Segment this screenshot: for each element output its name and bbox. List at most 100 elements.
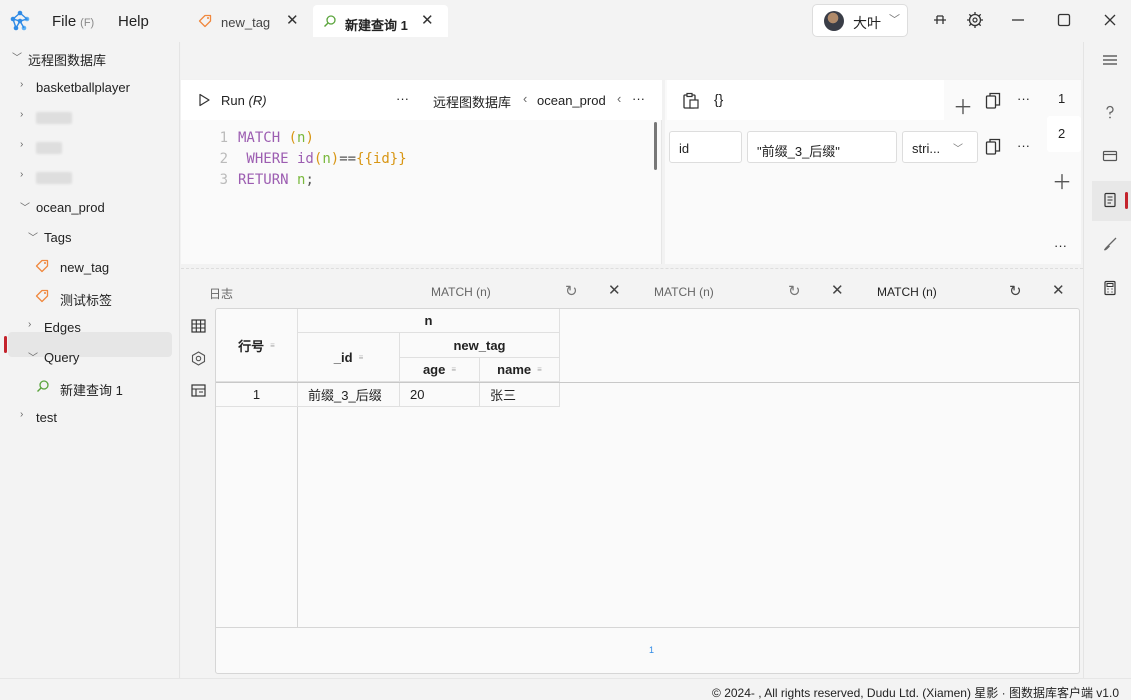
json-braces-button[interactable]: {} xyxy=(714,91,723,107)
line-number: 1 xyxy=(219,130,228,146)
breadcrumb-space[interactable]: ocean_prod xyxy=(537,93,606,108)
paste-icon[interactable] xyxy=(682,92,700,110)
sidebar-item-query[interactable]: ﹀ Query xyxy=(0,342,180,372)
sidebar-item-label: 远程图数据库 xyxy=(28,53,107,68)
sidebar-item-label: basketballplayer xyxy=(36,80,130,95)
col-header-label: age xyxy=(422,362,446,377)
code-keyword: MATCH xyxy=(238,130,281,146)
table-cell-name: 张三 xyxy=(480,383,560,407)
app-logo-icon xyxy=(8,9,32,33)
run-button[interactable]: Run (R) xyxy=(197,92,287,110)
breadcrumb-db[interactable]: 远程图数据库 xyxy=(433,92,511,111)
sidebar-item-label: 测试标签 xyxy=(60,293,113,308)
sidebar-item-tags[interactable]: ﹀ Tags xyxy=(0,222,180,252)
result-tab-match-1[interactable]: MATCH (n) xyxy=(431,285,491,299)
chevron-down-icon: ﹀ xyxy=(20,203,30,214)
more-button[interactable]: ··· xyxy=(1017,138,1030,153)
col-header-row-number[interactable]: 行号 ≡ xyxy=(216,309,298,382)
help-icon[interactable] xyxy=(1102,104,1118,120)
code-line-2: WHERE id(n)=={{id}} xyxy=(238,151,407,167)
result-tab-match-3[interactable]: MATCH (n) xyxy=(877,285,937,299)
col-header-name[interactable]: name ≡ xyxy=(480,358,560,382)
more-button[interactable]: ··· xyxy=(396,91,409,106)
code-parameter: {{id}} xyxy=(356,151,407,167)
menu-file-hotkey: (F) xyxy=(80,17,95,29)
sort-icon: ≡ xyxy=(358,352,364,362)
sidebar-item-label: new_tag xyxy=(60,260,110,275)
code-variable: n xyxy=(288,172,306,188)
more-button[interactable]: ··· xyxy=(632,91,645,106)
pin-icon[interactable] xyxy=(930,10,950,30)
sidebar-item-test[interactable]: › test xyxy=(0,402,180,432)
sidebar-item-ocean-prod[interactable]: ﹀ ocean_prod xyxy=(0,192,180,222)
chevron-right-icon: › xyxy=(20,409,24,420)
play-icon xyxy=(197,93,211,107)
sidebar-item-basketballplayer[interactable]: › basketballplayer xyxy=(0,72,180,102)
col-header-id[interactable]: _id ≡ xyxy=(298,333,400,382)
sidebar-item-new-tag[interactable]: new_tag xyxy=(0,252,180,282)
json-view-icon[interactable] xyxy=(191,384,206,397)
brush-icon[interactable] xyxy=(1102,236,1118,252)
copy-icon[interactable] xyxy=(985,92,1001,110)
card-icon[interactable] xyxy=(1102,148,1118,164)
refresh-icon[interactable]: ↻ xyxy=(788,282,801,300)
pagination-page-1[interactable]: 1 xyxy=(649,645,654,655)
param-page-1[interactable]: 1 xyxy=(1058,91,1065,106)
code-paren: ) xyxy=(305,130,314,146)
close-icon[interactable]: ✕ xyxy=(421,11,434,29)
menu-file[interactable]: File (F) xyxy=(52,13,94,30)
close-icon[interactable]: ✕ xyxy=(831,281,844,299)
param-key-input[interactable]: id xyxy=(669,131,742,163)
param-type-select[interactable]: stri... ﹀ xyxy=(902,131,978,163)
maximize-icon[interactable] xyxy=(1054,10,1074,30)
table-view-icon[interactable] xyxy=(191,319,206,333)
sidebar-item-hidden-1[interactable]: › xyxy=(0,102,180,132)
col-header-new-tag: new_tag xyxy=(400,333,560,358)
close-icon[interactable] xyxy=(1100,10,1120,30)
sidebar-item-new-query-1[interactable]: 新建查询 1 xyxy=(0,372,180,402)
add-page-icon[interactable]: ＋ xyxy=(1052,166,1072,195)
tag-icon xyxy=(198,14,212,28)
result-tab-match-2[interactable]: MATCH (n) xyxy=(654,285,714,299)
code-paren: ( xyxy=(280,130,298,146)
table-cell-age: 20 xyxy=(400,383,480,407)
result-tab-log[interactable]: 日志 xyxy=(209,285,233,302)
more-button[interactable]: ··· xyxy=(1054,238,1067,253)
param-value-input[interactable]: "前缀_3_后缀" xyxy=(747,131,897,163)
result-table-frame: 行号 ≡ n _id ≡ new_tag age ≡ name ≡ 1 前缀_3_后缀 … xyxy=(215,308,1080,674)
graph-view-icon[interactable] xyxy=(191,351,206,366)
sidebar-item-remote-db[interactable]: ﹀ 远程图数据库 xyxy=(0,42,180,72)
tab-new-query-1[interactable]: 新建查询 1 ✕ xyxy=(313,5,448,37)
code-keyword: RETURN xyxy=(238,172,289,188)
sidebar-item-test-tag[interactable]: 测试标签 xyxy=(0,282,180,312)
more-button[interactable]: ··· xyxy=(1017,91,1030,106)
params-panel: {} ＋ ··· id "前缀_3_后缀" stri... ﹀ ··· 1 2 ＋… xyxy=(665,80,1081,264)
close-icon[interactable]: ✕ xyxy=(608,281,621,299)
run-hotkey: (R) xyxy=(248,93,267,108)
sidebar-item-edges[interactable]: › Edges xyxy=(0,312,180,342)
copy-icon[interactable] xyxy=(985,138,1001,156)
menu-file-label: File xyxy=(52,13,77,30)
menu-help[interactable]: Help xyxy=(118,13,149,30)
document-icon[interactable] xyxy=(1102,192,1118,208)
copyright-text: © 2024- , All rights reserved, Dudu Ltd.… xyxy=(712,686,1119,700)
tab-new-tag[interactable]: new_tag ✕ xyxy=(186,5,310,37)
refresh-icon[interactable]: ↻ xyxy=(1009,282,1022,300)
param-type-value: stri... xyxy=(912,141,941,156)
code-operator: == xyxy=(339,151,357,167)
user-name: 大叶 xyxy=(853,15,881,31)
sidebar-item-hidden-3[interactable]: › xyxy=(0,162,180,192)
editor-scrollbar[interactable] xyxy=(654,122,657,170)
col-header-age[interactable]: age ≡ xyxy=(400,358,480,382)
calculator-icon[interactable] xyxy=(1102,280,1118,296)
add-icon[interactable]: ＋ xyxy=(953,91,973,120)
hamburger-menu-icon[interactable] xyxy=(1102,52,1118,68)
sidebar-item-hidden-2[interactable]: › xyxy=(0,132,180,162)
close-icon[interactable]: ✕ xyxy=(286,11,299,29)
user-menu[interactable]: 大叶 ﹀ xyxy=(812,4,908,37)
close-icon[interactable]: ✕ xyxy=(1052,281,1065,299)
param-page-2[interactable]: 2 xyxy=(1058,126,1065,141)
minimize-icon[interactable] xyxy=(1008,10,1028,30)
refresh-icon[interactable]: ↻ xyxy=(565,282,578,300)
gear-icon[interactable] xyxy=(965,10,985,30)
